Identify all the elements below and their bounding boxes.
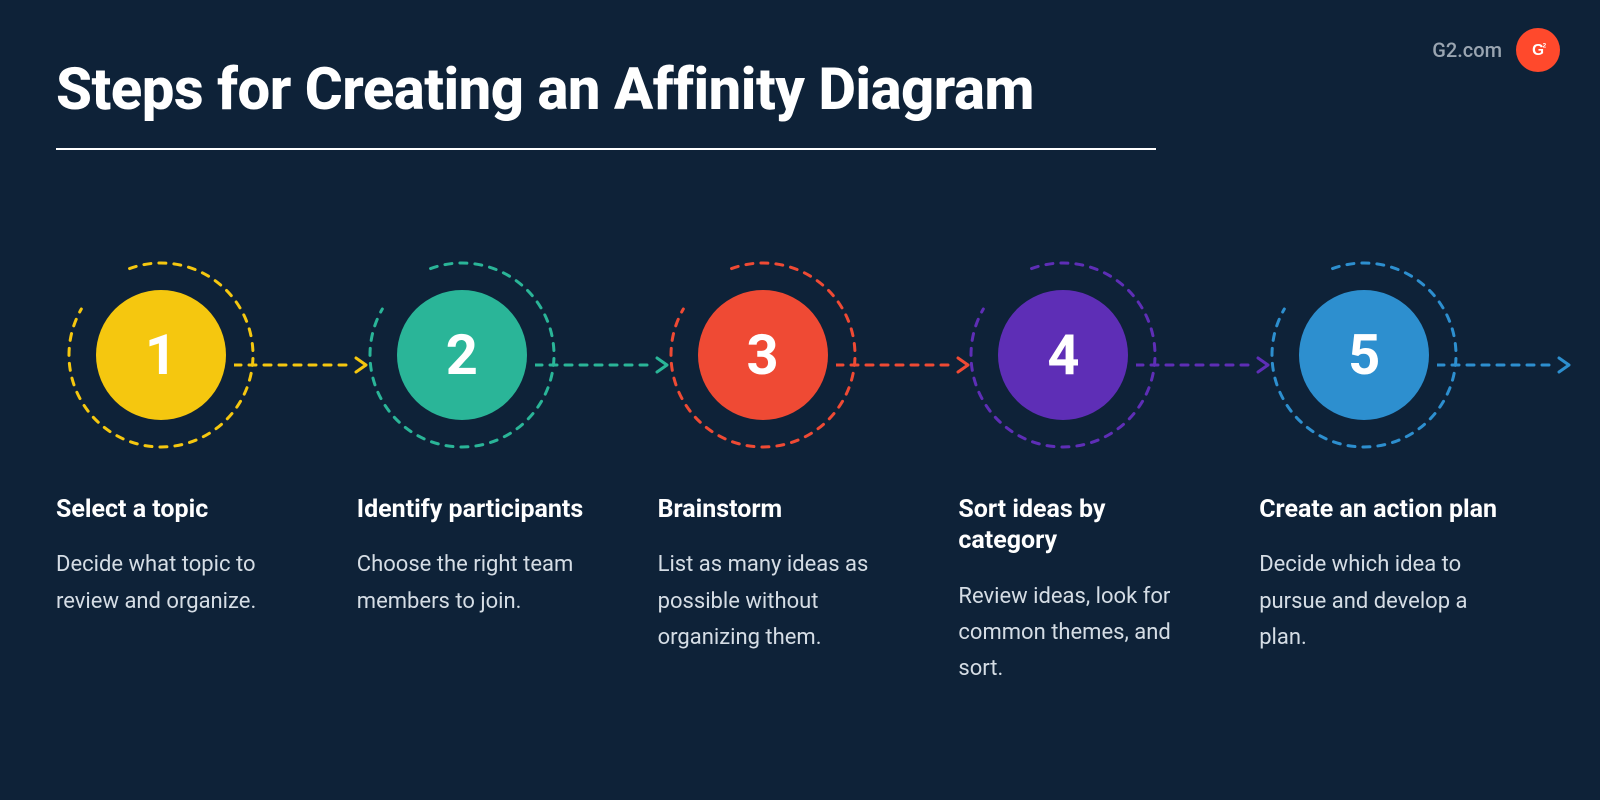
step-number-badge: 2 bbox=[397, 290, 527, 420]
connector-arrow-icon bbox=[836, 355, 976, 375]
step-3: 3 Brainstorm List as many ideas as possi… bbox=[658, 250, 959, 687]
step-title: Brainstorm bbox=[658, 494, 898, 525]
step-circle-wrap: 1 bbox=[56, 250, 266, 460]
brand: G2.com G 2 bbox=[1432, 28, 1560, 72]
step-body: Decide which idea to pursue and develop … bbox=[1259, 547, 1499, 656]
step-2: 2 Identify participants Choose the right… bbox=[357, 250, 658, 687]
g2-logo-icon: G 2 bbox=[1516, 28, 1560, 72]
brand-label: G2.com bbox=[1432, 38, 1502, 62]
step-circle-wrap: 4 bbox=[958, 250, 1168, 460]
step-circle-wrap: 5 bbox=[1259, 250, 1469, 460]
connector-arrow-icon bbox=[234, 355, 374, 375]
step-body: Review ideas, look for common themes, an… bbox=[958, 579, 1198, 688]
connector-arrow-icon bbox=[1136, 355, 1276, 375]
step-title: Sort ideas by category bbox=[958, 494, 1198, 557]
step-title: Select a topic bbox=[56, 494, 296, 525]
steps-row: 1 Select a topic Decide what topic to re… bbox=[56, 250, 1560, 687]
step-number: 3 bbox=[747, 322, 779, 388]
step-number-badge: 4 bbox=[998, 290, 1128, 420]
connector-arrow-icon bbox=[535, 355, 675, 375]
step-title: Create an action plan bbox=[1259, 494, 1499, 525]
step-1: 1 Select a topic Decide what topic to re… bbox=[56, 250, 357, 687]
step-body: Decide what topic to review and organize… bbox=[56, 547, 296, 620]
step-number-badge: 3 bbox=[698, 290, 828, 420]
step-body: Choose the right team members to join. bbox=[357, 547, 597, 620]
step-circle-wrap: 2 bbox=[357, 250, 567, 460]
svg-text:2: 2 bbox=[1543, 42, 1547, 49]
step-4: 4 Sort ideas by category Review ideas, l… bbox=[958, 250, 1259, 687]
step-5: 5 Create an action plan Decide which ide… bbox=[1259, 250, 1560, 687]
page-title: Steps for Creating an Affinity Diagram bbox=[56, 56, 1034, 124]
step-number: 2 bbox=[446, 322, 478, 388]
step-circle-wrap: 3 bbox=[658, 250, 868, 460]
connector-arrow-icon bbox=[1437, 355, 1577, 375]
step-number-badge: 1 bbox=[96, 290, 226, 420]
step-body: List as many ideas as possible without o… bbox=[658, 547, 898, 656]
step-number: 1 bbox=[145, 322, 177, 388]
step-title: Identify participants bbox=[357, 494, 597, 525]
step-number-badge: 5 bbox=[1299, 290, 1429, 420]
title-underline bbox=[56, 148, 1156, 150]
step-number: 5 bbox=[1348, 322, 1380, 388]
step-number: 4 bbox=[1047, 322, 1079, 388]
